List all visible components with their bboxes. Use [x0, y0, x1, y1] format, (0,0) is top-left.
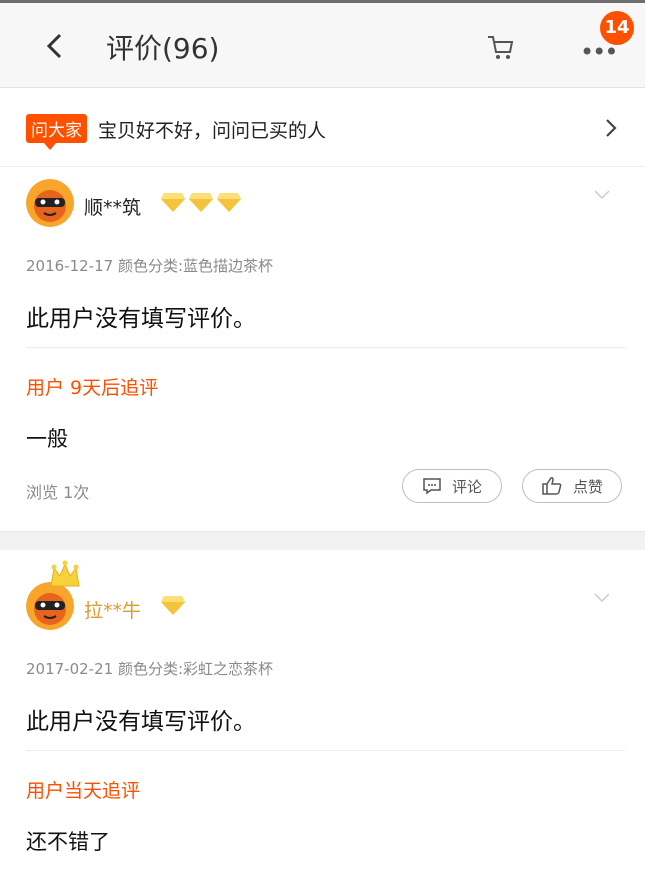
review-card: 顺**筑 2016-12-17 颜色分类:蓝色描边茶杯 此用户没有填写评价。 用… [0, 167, 645, 532]
divider [26, 750, 625, 751]
follow-up-text: 一般 [26, 427, 68, 451]
view-count: 浏览 1次 [26, 483, 90, 502]
comment-button[interactable]: 评论 [402, 469, 502, 503]
diamond-icon [189, 193, 213, 212]
review-card: 拉**牛 2017-02-21 颜色分类:彩虹之恋茶杯 此用户没有填写评价。 用… [0, 550, 645, 874]
comment-icon [423, 478, 441, 495]
review-meta: 2016-12-17 颜色分类:蓝色描边茶杯 [26, 257, 273, 275]
member-level-gems [160, 191, 244, 215]
chevron-down-icon[interactable] [593, 189, 611, 201]
diamond-icon [217, 193, 241, 212]
notification-badge: 14 [600, 11, 634, 45]
page-title: 评价(96) [106, 32, 220, 65]
review-username: 拉**牛 [84, 600, 142, 622]
review-meta: 2017-02-21 颜色分类:彩虹之恋茶杯 [26, 660, 273, 678]
ask-everyone-banner[interactable]: 问大家 宝贝好不好，问问已买的人 [0, 88, 645, 167]
cart-icon[interactable] [486, 33, 516, 63]
diamond-icon [161, 193, 185, 212]
follow-up-label: 用户 9天后追评 [26, 377, 159, 399]
section-gap [0, 532, 645, 550]
review-content: 此用户没有填写评价。 [26, 306, 256, 332]
comment-label: 评论 [451, 477, 482, 496]
member-level-gems [160, 594, 188, 618]
nav-header: 评价(96) ••• 14 [0, 3, 645, 88]
like-button[interactable]: 点赞 [522, 469, 622, 503]
crown-icon [50, 560, 80, 587]
ask-text: 宝贝好不好，问问已买的人 [98, 120, 327, 142]
review-username: 顺**筑 [84, 197, 142, 219]
diamond-icon [161, 596, 185, 615]
like-label: 点赞 [572, 477, 603, 496]
avatar [26, 179, 74, 227]
back-arrow-icon[interactable] [38, 29, 72, 63]
more-menu-icon[interactable]: ••• [580, 40, 618, 64]
ask-tag: 问大家 [26, 114, 87, 150]
chevron-down-icon[interactable] [593, 592, 611, 604]
follow-up-label: 用户当天追评 [26, 780, 141, 802]
thumbs-up-icon [542, 477, 562, 495]
divider [26, 347, 625, 348]
review-content: 此用户没有填写评价。 [26, 709, 256, 735]
chevron-right-icon [606, 119, 617, 137]
